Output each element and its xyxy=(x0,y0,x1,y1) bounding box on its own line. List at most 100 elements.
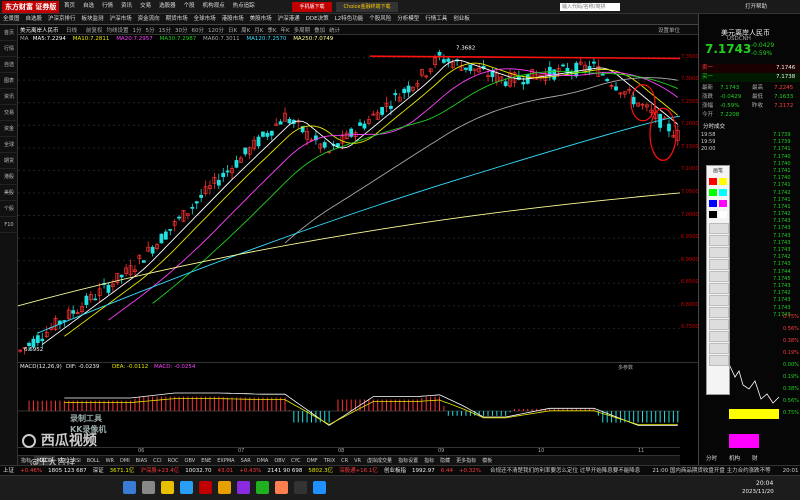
period-button[interactable]: 120分 xyxy=(206,28,226,34)
period-button[interactable]: 季K xyxy=(265,28,278,34)
sidebar-item[interactable]: 资讯 xyxy=(0,89,18,105)
top-menu-item[interactable]: 选股器 xyxy=(155,3,180,9)
news-item[interactable]: 20:01 外媒：人民币超越欧元成为全球第二大贸易融资货币 xyxy=(777,468,800,474)
search-input[interactable]: 输入代码/名称/简拼 xyxy=(560,3,620,11)
mail-icon[interactable] xyxy=(313,481,326,494)
search-icon[interactable] xyxy=(142,481,155,494)
news-item[interactable]: 21:00 国内商品期货收盘开盘 主力合约涨跌不等 xyxy=(646,468,776,474)
sidebar-item[interactable]: 行情 xyxy=(0,41,18,57)
drawing-tool[interactable] xyxy=(709,331,729,342)
period-button[interactable]: 日K xyxy=(226,28,239,34)
panel-tab[interactable]: 分时 xyxy=(700,456,723,462)
start-icon[interactable] xyxy=(123,481,136,494)
menu-item[interactable]: 美股市场 xyxy=(247,14,275,25)
drawing-tool[interactable] xyxy=(709,283,729,294)
period-button[interactable]: 1分 xyxy=(131,28,144,34)
sidebar-item[interactable]: 交易 xyxy=(0,105,18,121)
period-button[interactable]: 统计 xyxy=(327,28,342,34)
candlestick-chart[interactable]: 7.3682 6.6952 xyxy=(18,44,680,360)
terminal-icon[interactable] xyxy=(294,481,307,494)
menu-item[interactable]: L2特色功能 xyxy=(332,14,367,25)
menu-item[interactable]: 沪深港通 xyxy=(275,14,303,25)
menu-item[interactable]: 创业板 xyxy=(450,14,473,25)
period-button[interactable]: 5分 xyxy=(144,28,157,34)
menu-item[interactable]: 板块监测 xyxy=(79,14,107,25)
media-icon[interactable] xyxy=(237,481,250,494)
news-item[interactable]: 合规还不清楚我们的利率要怎么定位 过早开始降息要不能降息 xyxy=(484,468,646,474)
sidebar-item[interactable]: 首页 xyxy=(0,25,18,41)
paint-icon[interactable] xyxy=(275,481,288,494)
menu-item[interactable]: 分析模型 xyxy=(394,14,422,25)
color-swatch[interactable] xyxy=(709,211,717,218)
menu-item[interactable]: 全景图 xyxy=(0,14,23,25)
chart-app-icon[interactable] xyxy=(199,481,212,494)
drawing-tool[interactable] xyxy=(709,307,729,318)
period-button[interactable]: 30分 xyxy=(173,28,190,34)
drawing-tool[interactable] xyxy=(709,271,729,282)
menu-item[interactable]: 沪深京排行 xyxy=(45,14,79,25)
help-link[interactable]: 打开帮助 xyxy=(745,2,767,12)
period-button[interactable]: 60分 xyxy=(190,28,207,34)
period-button[interactable]: 均线设置 xyxy=(105,28,131,34)
menu-item[interactable]: DDE决策 xyxy=(303,14,332,25)
trade-list[interactable]: 19:58 7.1739 19:59 7.1739 20:00 7.1741 7.1740 7… xyxy=(701,132,799,319)
menu-item[interactable]: 自选股 xyxy=(23,14,46,25)
top-menu-item[interactable]: 热点追踪 xyxy=(229,3,259,9)
color-swatch[interactable] xyxy=(719,200,727,207)
color-swatch[interactable] xyxy=(709,200,717,207)
menu-item[interactable]: 个股风险 xyxy=(366,14,394,25)
drawing-tool[interactable] xyxy=(709,223,729,234)
drawing-palette[interactable]: 画笔 xyxy=(706,165,730,395)
period-button[interactable]: 周K xyxy=(239,28,252,34)
sidebar-item[interactable]: 图表 xyxy=(0,73,18,89)
game-icon[interactable] xyxy=(256,481,269,494)
color-swatch[interactable] xyxy=(719,211,727,218)
menu-item[interactable]: 沪深市场 xyxy=(107,14,135,25)
menu-item[interactable]: 全球市场 xyxy=(191,14,219,25)
color-swatch[interactable] xyxy=(719,189,727,196)
file-explorer-icon[interactable] xyxy=(161,481,174,494)
mobile-download-tab[interactable]: 手机版下载 xyxy=(292,2,332,12)
top-menu-item[interactable]: 资讯 xyxy=(117,3,136,9)
settings-link[interactable]: 设置单位 xyxy=(658,26,680,34)
period-button[interactable]: 月K xyxy=(252,28,265,34)
sidebar-item[interactable]: 个股 xyxy=(0,201,18,217)
drawing-tool[interactable] xyxy=(709,247,729,258)
top-menu-item[interactable]: 首页 xyxy=(60,3,79,9)
sidebar-item[interactable]: F10 xyxy=(0,217,18,233)
folder-icon[interactable] xyxy=(218,481,231,494)
sidebar-item[interactable]: 港股 xyxy=(0,169,18,185)
app-logo[interactable]: 东方财富 证券版 xyxy=(2,1,60,13)
period-button[interactable]: 前复权 xyxy=(84,28,105,34)
period-button[interactable]: 年K xyxy=(278,28,291,34)
color-swatch[interactable] xyxy=(709,178,717,185)
top-menu-item[interactable]: 机构观点 xyxy=(199,3,229,9)
drawing-tool[interactable] xyxy=(709,343,729,354)
sidebar-item[interactable]: 资金 xyxy=(0,121,18,137)
menu-item[interactable]: 行情工具 xyxy=(422,14,450,25)
top-menu-item[interactable]: 交易 xyxy=(136,3,155,9)
sidebar-item[interactable]: 自选 xyxy=(0,57,18,73)
color-swatch[interactable] xyxy=(719,178,727,185)
top-menu-item[interactable]: 自选 xyxy=(79,3,98,9)
period-button[interactable]: 多周期 xyxy=(292,28,313,34)
sidebar-item[interactable]: 全球 xyxy=(0,137,18,153)
color-swatch[interactable] xyxy=(709,189,717,196)
choice-download-tab[interactable]: Choice金融终端下载 xyxy=(336,2,398,12)
drawing-tool[interactable] xyxy=(709,235,729,246)
panel-tab[interactable]: 财 xyxy=(746,456,764,462)
drawing-tool[interactable] xyxy=(709,295,729,306)
period-button[interactable]: 叠加 xyxy=(312,28,327,34)
browser-icon[interactable] xyxy=(180,481,193,494)
menu-item[interactable]: 资金流向 xyxy=(135,14,163,25)
menu-item[interactable]: 港股市场 xyxy=(219,14,247,25)
menu-item[interactable]: 期货市场 xyxy=(163,14,191,25)
period-button[interactable]: 15分 xyxy=(157,28,174,34)
top-menu-item[interactable]: 个股 xyxy=(180,3,199,9)
drawing-tool[interactable] xyxy=(709,319,729,330)
drawing-tool[interactable] xyxy=(709,355,729,366)
panel-tab[interactable]: 机构 xyxy=(723,456,746,462)
macd-chart[interactable] xyxy=(18,371,680,447)
period-label[interactable]: 日线 xyxy=(66,26,77,34)
sidebar-item[interactable]: 美股 xyxy=(0,185,18,201)
